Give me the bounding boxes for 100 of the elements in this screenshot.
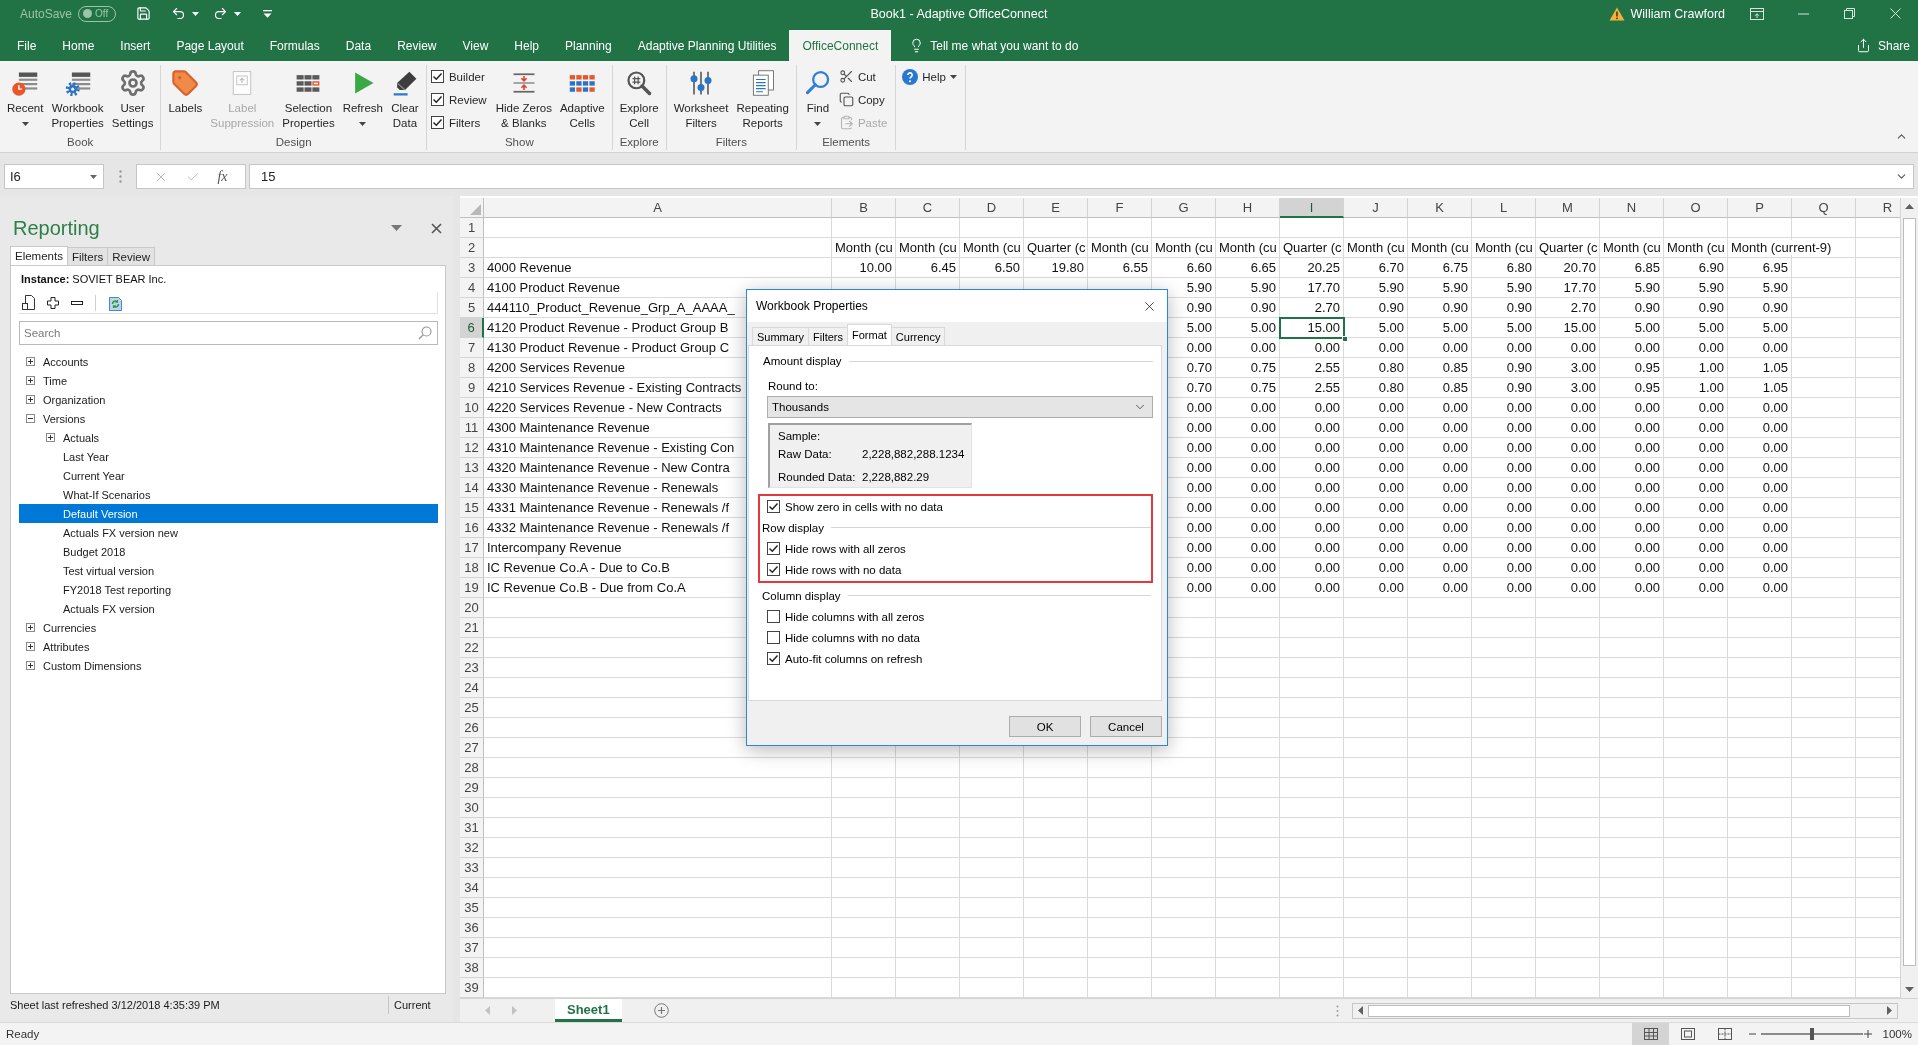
row-header[interactable]: 38 bbox=[460, 958, 484, 978]
menu-tab[interactable]: Help bbox=[501, 30, 552, 61]
share-button[interactable]: Share bbox=[1851, 30, 1914, 61]
row-header[interactable]: 27 bbox=[460, 738, 484, 758]
pane-tab[interactable]: Review bbox=[107, 247, 155, 265]
column-header[interactable]: K bbox=[1408, 198, 1472, 218]
column-header[interactable]: I bbox=[1280, 198, 1344, 218]
row-header[interactable]: 23 bbox=[460, 658, 484, 678]
scroll-right-icon[interactable] bbox=[1887, 1006, 1892, 1015]
dialog-tab[interactable]: Summary bbox=[752, 327, 810, 345]
checkbox[interactable] bbox=[767, 542, 780, 555]
row-header[interactable]: 2 bbox=[460, 238, 484, 258]
tree-item[interactable]: Current Year bbox=[19, 466, 438, 485]
tell-me-search[interactable]: Tell me what you want to do bbox=[905, 30, 1083, 61]
row-header[interactable]: 29 bbox=[460, 778, 484, 798]
insert-function-button[interactable]: fx bbox=[217, 168, 228, 185]
tree-item[interactable]: Currencies bbox=[19, 618, 438, 637]
row-header[interactable]: 35 bbox=[460, 898, 484, 918]
ribbon-button[interactable]: Selection Properties bbox=[279, 65, 338, 131]
row-header[interactable]: 14 bbox=[460, 478, 484, 498]
row-header[interactable]: 16 bbox=[460, 518, 484, 538]
row-header[interactable]: 21 bbox=[460, 618, 484, 638]
row-header[interactable]: 28 bbox=[460, 758, 484, 778]
row-header[interactable]: 11 bbox=[460, 418, 484, 438]
dialog-tab[interactable]: Currency bbox=[890, 327, 946, 345]
row-header[interactable]: 34 bbox=[460, 878, 484, 898]
row-header[interactable]: 12 bbox=[460, 438, 484, 458]
vertical-scrollbar[interactable] bbox=[1900, 198, 1918, 998]
row-header[interactable]: 19 bbox=[460, 578, 484, 598]
menu-tab[interactable]: Planning bbox=[552, 30, 625, 61]
tree-item[interactable]: Test virtual version bbox=[19, 561, 438, 580]
column-header[interactable]: O bbox=[1664, 198, 1728, 218]
plus-box-icon[interactable] bbox=[26, 661, 35, 670]
customize-icon[interactable] bbox=[263, 9, 273, 18]
checkbox[interactable] bbox=[430, 116, 444, 129]
ribbon-button[interactable]: Find bbox=[800, 65, 835, 131]
scroll-up-icon[interactable] bbox=[1905, 204, 1914, 209]
undo-icon[interactable] bbox=[171, 6, 187, 21]
slider-thumb[interactable] bbox=[1810, 1028, 1814, 1040]
column-header[interactable]: D bbox=[960, 198, 1024, 218]
row-header[interactable]: 10 bbox=[460, 398, 484, 418]
ribbon-button[interactable]: Refresh bbox=[339, 65, 386, 131]
checkbox[interactable] bbox=[767, 563, 780, 576]
ribbon-button[interactable]: Cut bbox=[836, 65, 892, 88]
column-header[interactable]: G bbox=[1152, 198, 1216, 218]
tree-item[interactable]: Actuals FX version bbox=[19, 599, 438, 618]
checkbox[interactable] bbox=[767, 610, 780, 623]
ribbon-button[interactable]: Workbook Properties bbox=[48, 65, 107, 131]
menu-tab[interactable]: Home bbox=[49, 30, 108, 61]
splitter-dots-icon[interactable] bbox=[118, 170, 122, 183]
name-box[interactable]: I6 bbox=[4, 164, 104, 189]
tree-item[interactable]: Accounts bbox=[19, 352, 438, 371]
row-header[interactable]: 7 bbox=[460, 338, 484, 358]
menu-tab[interactable]: Adaptive Planning Utilities bbox=[624, 30, 790, 61]
tree-item[interactable]: Organization bbox=[19, 390, 438, 409]
menu-tab[interactable]: Insert bbox=[107, 30, 164, 61]
row-header[interactable]: 8 bbox=[460, 358, 484, 378]
tree-item[interactable]: Last Year bbox=[19, 447, 438, 466]
refresh-icon[interactable] bbox=[108, 294, 123, 311]
ribbon-button[interactable]: Copy bbox=[836, 88, 892, 111]
restore-icon[interactable] bbox=[1843, 8, 1855, 19]
menu-tab[interactable]: View bbox=[449, 30, 502, 61]
plus-box-icon[interactable] bbox=[26, 357, 35, 366]
row-header[interactable]: 33 bbox=[460, 858, 484, 878]
save-icon[interactable] bbox=[136, 6, 152, 21]
row-header[interactable]: 1 bbox=[460, 218, 484, 238]
zoom-in-icon[interactable] bbox=[1864, 1030, 1872, 1038]
row-header[interactable]: 20 bbox=[460, 598, 484, 618]
checkbox[interactable] bbox=[767, 652, 780, 665]
row-header[interactable]: 9 bbox=[460, 378, 484, 398]
column-header[interactable]: E bbox=[1024, 198, 1088, 218]
document-icon[interactable] bbox=[22, 295, 35, 310]
ribbon-button[interactable]: Hide Zeros & Blanks bbox=[492, 65, 555, 131]
ribbon-button[interactable]: Repeating Reports bbox=[733, 65, 792, 131]
ribbon-button[interactable]: Explore Cell bbox=[616, 65, 662, 131]
ribbon-button[interactable]: Recent bbox=[4, 65, 47, 131]
tree-item[interactable]: Actuals bbox=[19, 428, 438, 447]
tree-item[interactable]: Time bbox=[19, 371, 438, 390]
checkbox[interactable] bbox=[767, 631, 780, 644]
column-header[interactable]: M bbox=[1536, 198, 1600, 218]
plus-box-icon[interactable] bbox=[26, 395, 35, 404]
row-header[interactable]: 6 bbox=[460, 318, 484, 338]
tree-item[interactable]: Budget 2018 bbox=[19, 542, 438, 561]
tree-item[interactable]: Versions bbox=[19, 409, 438, 428]
round-to-dropdown[interactable]: Thousands bbox=[767, 396, 1153, 418]
scroll-down-icon[interactable] bbox=[1905, 986, 1914, 992]
ribbon-display-icon[interactable] bbox=[1750, 7, 1764, 20]
ribbon-button[interactable]: Labels bbox=[165, 65, 206, 116]
menu-tab[interactable]: Data bbox=[332, 30, 385, 61]
row-header[interactable]: 32 bbox=[460, 838, 484, 858]
tree-item[interactable]: Default Version bbox=[19, 504, 438, 523]
tree-item[interactable]: What-If Scenarios bbox=[19, 485, 438, 504]
horizontal-scrollbar[interactable] bbox=[1352, 1002, 1898, 1019]
row-header[interactable]: 13 bbox=[460, 458, 484, 478]
column-header[interactable]: B bbox=[832, 198, 896, 218]
view-button[interactable] bbox=[1632, 1023, 1669, 1045]
tree-item[interactable]: FY2018 Test reporting bbox=[19, 580, 438, 599]
minus-icon[interactable] bbox=[71, 300, 83, 305]
scroll-thumb[interactable] bbox=[1903, 218, 1916, 966]
column-header[interactable]: A bbox=[484, 198, 832, 218]
